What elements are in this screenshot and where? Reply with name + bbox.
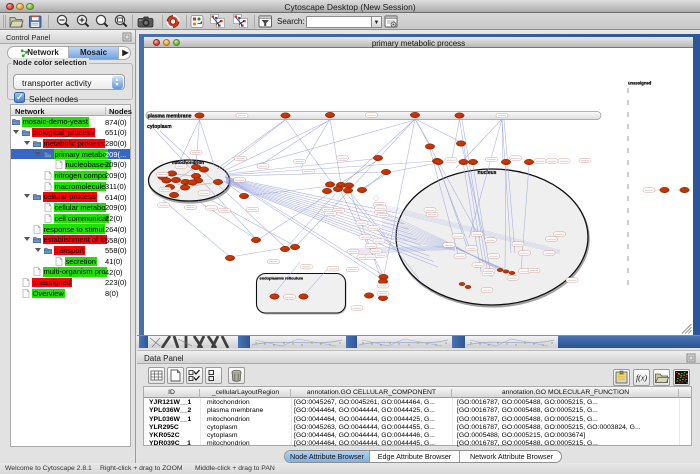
svg-text:unassigned: unassigned [628,81,652,86]
svg-text:cytoplasm: cytoplasm [147,124,172,130]
svg-text:plasma membrane: plasma membrane [148,114,192,120]
svg-text:f(x): f(x) [636,374,647,383]
svg-text:endoplasmic reticulum: endoplasmic reticulum [260,275,304,280]
svg-text:mitochondrion: mitochondrion [172,160,204,165]
svg-text:nucleus: nucleus [478,170,497,176]
